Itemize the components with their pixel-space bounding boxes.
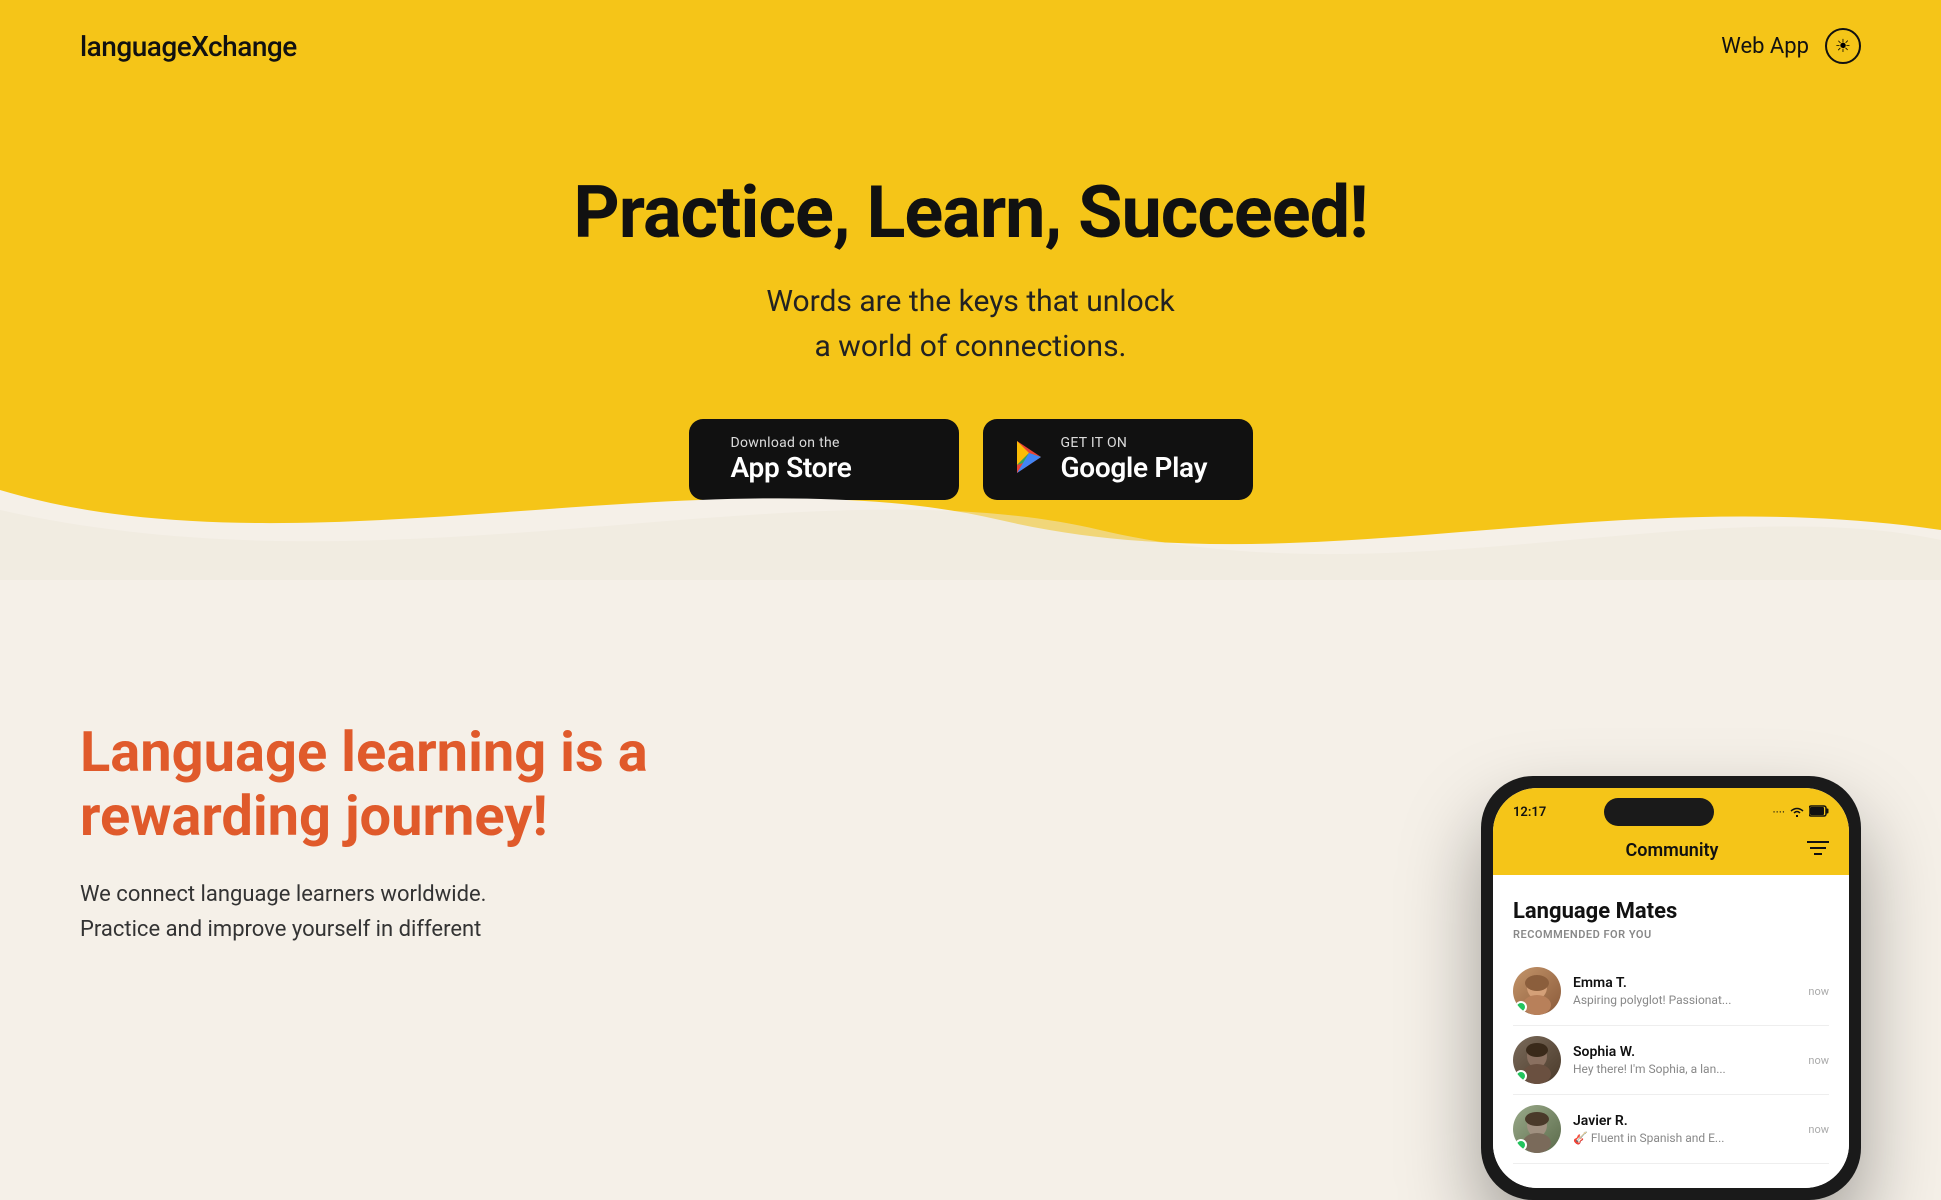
hero-subtitle: Words are the keys that unlock a world o… xyxy=(20,279,1921,369)
list-item[interactable]: Sophia W. Hey there! I'm Sophia, a lan..… xyxy=(1513,1026,1829,1095)
community-title: Community xyxy=(1537,840,1807,861)
user-bio: Aspiring polyglot! Passionat... xyxy=(1573,993,1733,1007)
phone-notch xyxy=(1604,798,1714,826)
section-title-line2: rewarding journey! xyxy=(80,783,548,849)
phone-status-bar: 12:17 ···· xyxy=(1493,788,1849,832)
wifi-icon xyxy=(1789,805,1805,820)
hero-title: Practice, Learn, Succeed! xyxy=(20,170,1921,255)
user-time: now xyxy=(1808,985,1829,998)
web-app-link[interactable]: Web App xyxy=(1721,34,1809,59)
avatar xyxy=(1513,1105,1561,1153)
user-info: Javier R. 🎸 Fluent in Spanish and E... xyxy=(1573,1113,1796,1145)
recommended-label: RECOMMENDED FOR YOU xyxy=(1513,928,1829,941)
phone-mockup: 12:17 ···· Community xyxy=(1481,776,1861,1200)
user-bio: 🎸 Fluent in Spanish and E... xyxy=(1573,1131,1733,1145)
battery-icon xyxy=(1809,805,1829,820)
user-info: Emma T. Aspiring polyglot! Passionat... xyxy=(1573,975,1796,1007)
phone-app-header: Community xyxy=(1493,832,1849,875)
phone-outer: 12:17 ···· Community xyxy=(1481,776,1861,1200)
user-time: now xyxy=(1808,1123,1829,1136)
list-item[interactable]: Javier R. 🎸 Fluent in Spanish and E... n… xyxy=(1513,1095,1829,1164)
avatar xyxy=(1513,967,1561,1015)
phone-time: 12:17 xyxy=(1513,805,1546,820)
sun-icon: ☀ xyxy=(1835,36,1851,57)
list-item[interactable]: Emma T. Aspiring polyglot! Passionat... … xyxy=(1513,957,1829,1026)
logo: languageXchange xyxy=(80,30,297,63)
header: languageXchange Web App ☀ xyxy=(0,0,1941,92)
user-info: Sophia W. Hey there! I'm Sophia, a lan..… xyxy=(1573,1044,1796,1076)
content-section: Language learning is a rewarding journey… xyxy=(0,580,1941,1180)
section-desc-line1: We connect language learners worldwide. xyxy=(80,882,486,907)
filter-icon[interactable] xyxy=(1807,840,1829,861)
header-nav: Web App ☀ xyxy=(1721,28,1861,64)
avatar xyxy=(1513,1036,1561,1084)
user-time: now xyxy=(1808,1054,1829,1067)
user-name: Emma T. xyxy=(1573,975,1796,991)
user-name: Sophia W. xyxy=(1573,1044,1796,1060)
theme-toggle-button[interactable]: ☀ xyxy=(1825,28,1861,64)
online-indicator xyxy=(1515,1139,1527,1151)
phone-status-icons: ···· xyxy=(1772,805,1829,820)
phone-body: Language Mates RECOMMENDED FOR YOU xyxy=(1493,875,1849,1188)
hero-subtitle-line2: a world of connections. xyxy=(815,329,1127,364)
section-desc-line2: Practice and improve yourself in differe… xyxy=(80,917,481,942)
phone-inner: 12:17 ···· Community xyxy=(1493,788,1849,1188)
language-mates-title: Language Mates xyxy=(1513,899,1829,924)
online-indicator xyxy=(1515,1070,1527,1082)
user-bio: Hey there! I'm Sophia, a lan... xyxy=(1573,1062,1733,1076)
hero-subtitle-line1: Words are the keys that unlock xyxy=(766,284,1174,319)
signal-icon: ···· xyxy=(1772,805,1785,819)
section-title: Language learning is a rewarding journey… xyxy=(80,720,648,849)
user-name: Javier R. xyxy=(1573,1113,1796,1129)
text-content: Language learning is a rewarding journey… xyxy=(80,640,648,947)
section-description: We connect language learners worldwide. … xyxy=(80,877,648,947)
section-title-line1: Language learning is a xyxy=(80,719,648,785)
online-indicator xyxy=(1515,1001,1527,1013)
user-list: Emma T. Aspiring polyglot! Passionat... … xyxy=(1513,957,1829,1164)
